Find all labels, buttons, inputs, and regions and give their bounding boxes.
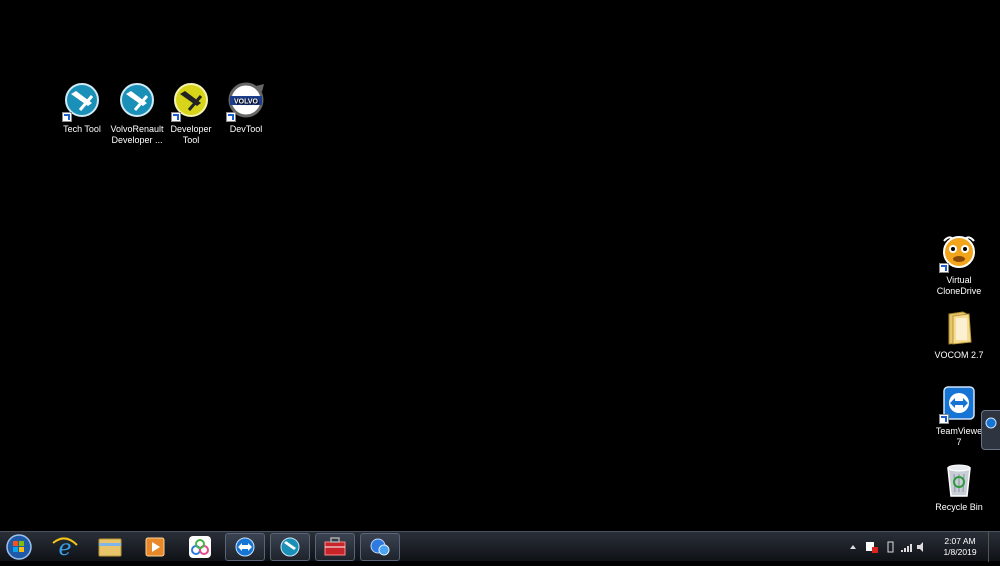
desktop-icon-label: VOCOM 2.7 [934,350,984,360]
battery-icon [887,541,894,553]
taskbar-tech-tool[interactable] [270,533,310,561]
system-clock[interactable]: 2:07 AM 1/8/2019 [936,536,984,558]
volvo-logo-text: VOLVO [234,99,259,106]
network-signal-icon [901,544,912,552]
desktop-icon-label-line2: CloneDrive [936,286,982,296]
taskbar-file-explorer[interactable] [90,533,130,561]
start-button[interactable] [4,533,34,561]
desktop-icon-developer-tool[interactable]: Developer Tool [160,82,222,146]
teamviewer-icon [939,384,979,424]
desktop-icon-label: DevTool [229,124,263,134]
desktop-icon-recycle-bin[interactable]: Recycle Bin [928,460,990,513]
recycle-bin-icon [939,460,979,500]
toolbox-icon [324,537,346,556]
shortcut-arrow-icon [226,112,236,122]
shortcut-arrow-icon [62,112,72,122]
taskbar-internet-explorer[interactable]: e [45,533,85,561]
network-app-icon [370,538,390,556]
desktop-icon-label: VolvoRenault [110,124,164,134]
desktop-icon-tech-tool[interactable]: Tech Tool [51,82,113,135]
action-center-icon [866,542,878,553]
taskbar-media-player[interactable] [135,533,175,561]
volvo-devtool-icon: VOLVO [226,82,266,122]
desktop-icon-virtual-clonedrive[interactable]: Virtual CloneDrive [928,233,990,297]
taskbar-network-app[interactable] [360,533,400,561]
teamviewer-icon [235,537,255,557]
desktop-icon-volvo-renault-developer[interactable]: VolvoRenault Developer ... [106,82,168,146]
shortcut-arrow-icon [939,414,949,424]
teamviewer-mini-icon [985,417,997,429]
show-hidden-icons [850,545,856,549]
tech-tool-icon [62,82,102,122]
desktop-icon-label: Tech Tool [63,124,101,134]
volume-icon [917,542,923,552]
desktop-icon-label: Recycle Bin [935,502,983,512]
teamviewer-side-tab[interactable] [981,410,1000,450]
shortcut-arrow-icon [939,263,949,273]
internet-explorer-icon: e [52,536,78,561]
desktop-icon-vocom[interactable]: VOCOM 2.7 [928,308,990,361]
virtual-clonedrive-icon [939,233,979,273]
volvo-renault-developer-icon [117,82,157,122]
taskbar-teamviewer[interactable] [225,533,265,561]
taskbar-toolbox[interactable] [315,533,355,561]
desktop-icon-label-line2: Developer ... [111,135,163,145]
tech-tool-icon [280,537,300,557]
media-player-icon [145,537,165,557]
start-orb-icon [6,534,32,560]
taskbar-app[interactable] [180,533,220,561]
desktop-icon-label-line2: Tool [182,135,200,145]
desktop-icon-label: Developer [170,124,212,134]
desktop-icon-label: Virtual [946,275,972,285]
clock-date: 1/8/2019 [943,547,977,557]
file-explorer-icon [98,538,122,557]
taskbar: e 2:07 AM 1/8/2019 [0,531,1000,562]
desktop-icon-devtool[interactable]: VOLVO DevTool [215,82,277,135]
folder-icon [939,308,979,348]
shortcut-arrow-icon [171,112,181,122]
clock-time: 2:07 AM [944,536,976,546]
app-icon [189,536,211,558]
developer-tool-icon [171,82,211,122]
show-desktop-button[interactable] [988,532,1000,562]
